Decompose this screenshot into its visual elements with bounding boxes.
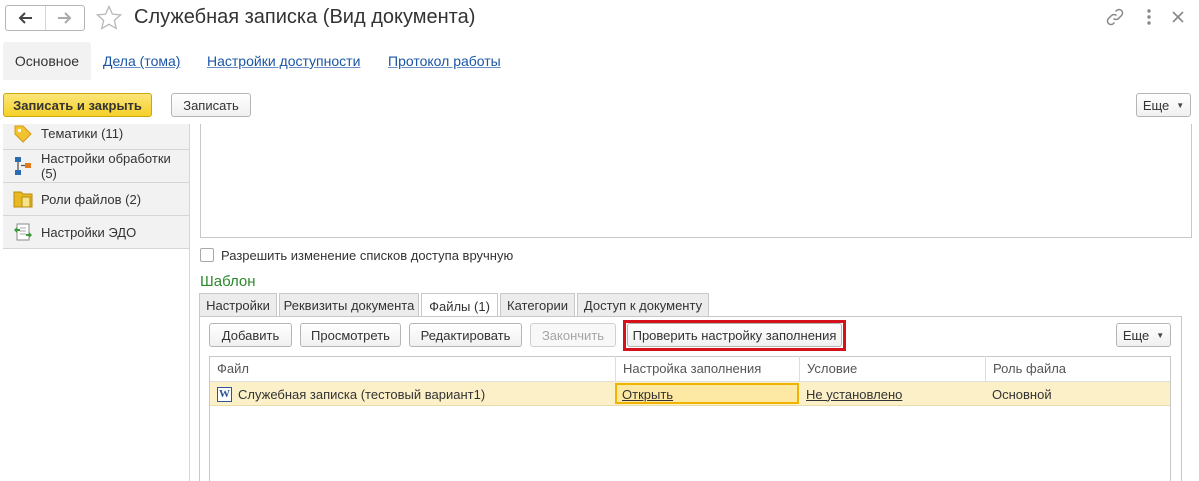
- more-button-label: Еще: [1142, 97, 1170, 113]
- star-icon: [95, 4, 123, 30]
- file-name: Служебная записка (тестовый вариант1): [238, 386, 486, 402]
- tab-template-settings[interactable]: Настройки: [199, 293, 277, 317]
- column-header-file-role[interactable]: Роль файла: [985, 356, 1170, 382]
- close-button[interactable]: [1167, 6, 1189, 28]
- tab-document-access[interactable]: Доступ к документу: [577, 293, 709, 317]
- favorite-star-button[interactable]: [95, 4, 123, 32]
- condition-link[interactable]: Не установлено: [806, 387, 902, 402]
- sidebar-item-label: Настройки обработки (5): [41, 151, 171, 181]
- window-title: Служебная записка (Вид документа): [134, 6, 476, 28]
- tab-main[interactable]: Основное: [3, 42, 91, 80]
- sidebar-item-processing-settings[interactable]: Настройки обработки (5): [3, 150, 189, 183]
- column-header-file[interactable]: Файл: [210, 356, 615, 382]
- tab-document-requisites[interactable]: Реквизиты документа: [279, 293, 419, 317]
- save-button[interactable]: Записать: [171, 93, 251, 117]
- column-header-condition[interactable]: Условие: [799, 356, 985, 382]
- close-icon: [1172, 11, 1184, 23]
- table-cell-file[interactable]: W Служебная записка (тестовый вариант1): [210, 382, 615, 406]
- files-more-button[interactable]: Еще ▼: [1116, 323, 1171, 347]
- tag-icon: [14, 125, 32, 143]
- manual-access-label: Разрешить изменение списков доступа вруч…: [221, 248, 514, 263]
- link-icon: [1106, 8, 1124, 26]
- sidebar-item-edo-settings[interactable]: Настройки ЭДО: [3, 216, 189, 249]
- arrow-right-icon: [57, 12, 72, 24]
- finish-edit-button[interactable]: Закончить: [530, 323, 616, 347]
- edit-file-button[interactable]: Редактировать: [409, 323, 522, 347]
- access-list-area[interactable]: [200, 124, 1192, 238]
- manual-access-checkbox[interactable]: [200, 248, 214, 262]
- file-roles-icon: [13, 191, 33, 208]
- sidebar-item-label: Роли файлов (2): [41, 191, 142, 207]
- view-file-button[interactable]: Просмотреть: [300, 323, 401, 347]
- back-button[interactable]: [6, 6, 45, 30]
- table-cell-fill-setting[interactable]: Открыть: [615, 382, 799, 406]
- process-diagram-icon: [15, 157, 31, 175]
- column-header-fill-setting[interactable]: Настройка заполнения: [615, 356, 799, 382]
- table-cell-file-role[interactable]: Основной: [985, 382, 1170, 406]
- tab-cases[interactable]: Дела (тома): [103, 53, 180, 69]
- tab-work-log[interactable]: Протокол работы: [388, 53, 501, 69]
- vertical-dots-icon: [1147, 9, 1151, 25]
- word-document-icon: W: [217, 386, 232, 402]
- sidebar-item-label: Тематики (11): [41, 126, 124, 141]
- forward-button[interactable]: [44, 6, 85, 30]
- sidebar-item-label: Настройки ЭДО: [41, 224, 137, 240]
- sidebar-item-topics[interactable]: Тематики (11): [3, 124, 189, 150]
- arrow-left-icon: [18, 12, 33, 24]
- tab-availability-settings[interactable]: Настройки доступности: [207, 53, 360, 69]
- more-button[interactable]: Еще ▼: [1136, 93, 1191, 117]
- template-section-title: Шаблон: [200, 273, 256, 290]
- sidebar-item-file-roles[interactable]: Роли файлов (2): [3, 183, 189, 216]
- tab-categories[interactable]: Категории: [500, 293, 575, 317]
- edo-settings-icon: [14, 223, 32, 241]
- tab-files[interactable]: Файлы (1): [421, 293, 498, 318]
- sidebar-divider: [189, 124, 190, 481]
- open-fill-setting-link[interactable]: Открыть: [622, 387, 673, 402]
- chevron-down-icon: ▼: [1176, 100, 1185, 110]
- save-and-close-button[interactable]: Записать и закрыть: [3, 93, 152, 117]
- table-cell-condition[interactable]: Не установлено: [799, 382, 985, 406]
- highlight-frame: [623, 320, 846, 351]
- add-file-button[interactable]: Добавить: [209, 323, 292, 347]
- link-button[interactable]: [1104, 6, 1126, 28]
- more-menu-button[interactable]: [1138, 6, 1160, 28]
- files-more-label: Еще: [1122, 327, 1150, 343]
- chevron-down-icon: ▼: [1156, 330, 1165, 340]
- navigation-buttons: [5, 5, 85, 31]
